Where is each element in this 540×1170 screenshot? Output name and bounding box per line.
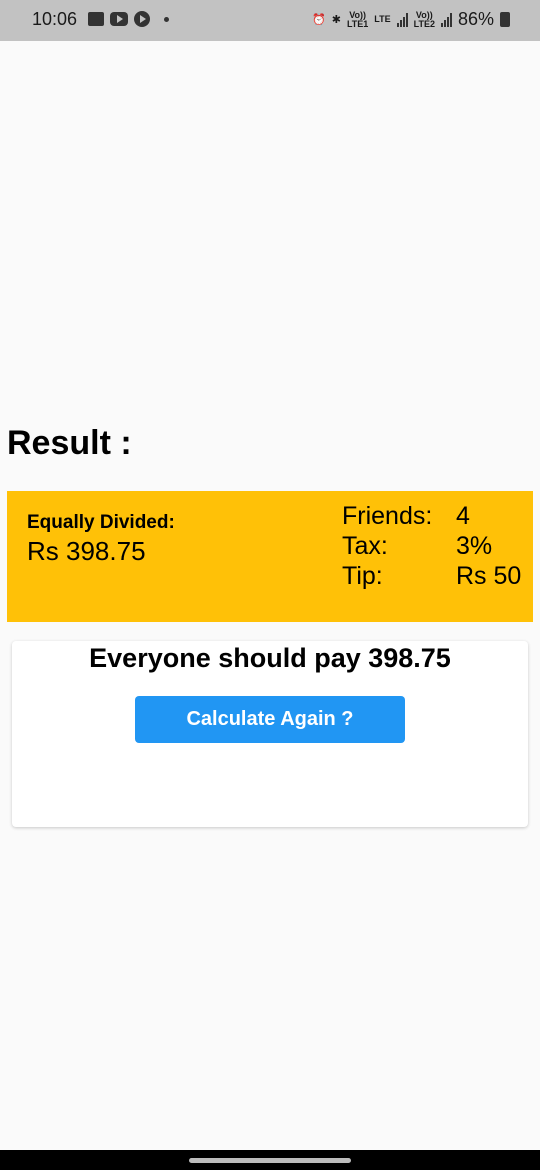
- tip-row: Tip: Rs 50: [342, 561, 521, 591]
- lte2-label: LTE2: [413, 18, 435, 29]
- signal1-icon: [396, 12, 408, 27]
- lte1-label: LTE1: [346, 18, 369, 29]
- bill-details: Friends: 4 Tax: 3% Tip: Rs 50: [342, 501, 521, 591]
- signal2-icon: [440, 12, 452, 27]
- bluetooth-icon: ✱: [331, 14, 341, 26]
- battery-icon: [500, 12, 510, 27]
- equally-divided-label: Equally Divided:: [27, 512, 175, 533]
- friends-row: Friends: 4: [342, 501, 521, 531]
- tip-value: Rs 50: [456, 562, 522, 590]
- status-bar: 10:06 ⏰ ✱ Vo)) LTE1 LTE Vo)) LTE2 86%: [0, 0, 540, 41]
- play-store-icon: [134, 11, 150, 27]
- notification-icons: [88, 11, 169, 27]
- navigation-bar: [0, 1150, 540, 1170]
- friends-label: Friends:: [342, 502, 433, 530]
- battery-percent: 86%: [457, 9, 494, 29]
- equally-divided-value: Rs 398.75: [27, 536, 146, 566]
- status-right: ⏰ ✱ Vo)) LTE1 LTE Vo)) LTE2 86%: [312, 9, 510, 30]
- tip-label: Tip:: [342, 562, 383, 590]
- sim2-network-label: Vo)) LTE2: [413, 10, 435, 29]
- tax-value: 3%: [456, 532, 493, 560]
- result-title: Result :: [7, 424, 132, 462]
- summary-banner: Equally Divided: Rs 398.75 Friends: 4 Ta…: [7, 491, 533, 622]
- friends-value: 4: [456, 502, 470, 530]
- more-notifications-icon: [164, 16, 169, 22]
- status-time: 10:06: [32, 9, 78, 29]
- sim1-network-label: Vo)) LTE1: [346, 10, 369, 29]
- youtube-icon: [110, 12, 128, 26]
- gallery-icon: [88, 12, 104, 26]
- calculate-again-button[interactable]: Calculate Again ?: [135, 696, 405, 743]
- pay-message: Everyone should pay 398.75: [89, 643, 451, 673]
- alarm-icon: ⏰: [312, 14, 326, 26]
- result-card: Everyone should pay 398.75 Calculate Aga…: [12, 641, 528, 827]
- lte-label: LTE: [374, 14, 391, 24]
- home-gesture-handle[interactable]: [189, 1158, 351, 1163]
- tax-label: Tax:: [342, 532, 388, 560]
- tax-row: Tax: 3%: [342, 531, 521, 561]
